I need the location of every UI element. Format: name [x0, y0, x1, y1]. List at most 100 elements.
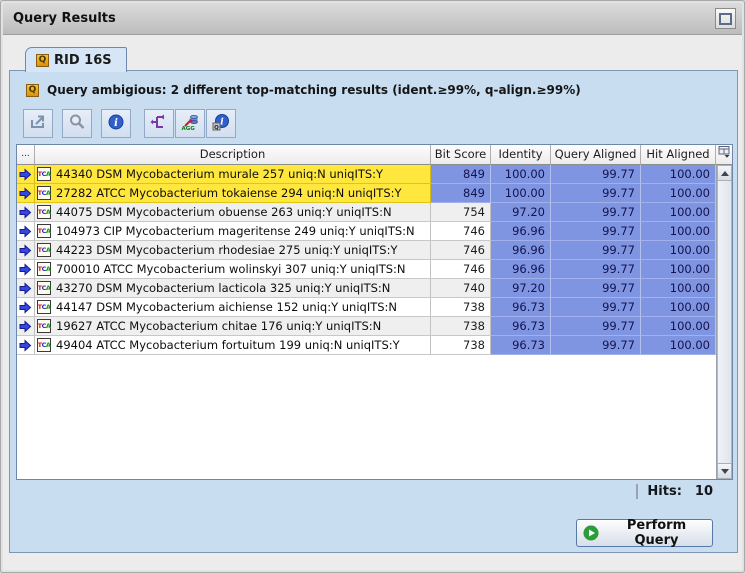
perform-query-button[interactable]: Perform Query: [576, 519, 713, 547]
query-aligned-cell: 99.77: [551, 336, 641, 355]
bit-score-cell: 738: [431, 336, 491, 355]
sequence-icon: TCA: [37, 262, 51, 276]
sequence-icon: TCA: [37, 205, 51, 219]
description-text: 43270 DSM Mycobacterium lacticola 325 un…: [56, 279, 390, 297]
description-cell: TCA44340 DSM Mycobacterium murale 257 un…: [35, 165, 431, 184]
row-arrow-icon: [17, 165, 35, 184]
hits-counter: Hits: 10: [636, 484, 713, 499]
description-cell: TCA 44223 DSM Mycobacterium rhodesiae 275…: [35, 241, 431, 260]
export-button[interactable]: [23, 109, 53, 138]
scroll-up-button[interactable]: [717, 165, 732, 181]
query-aligned-cell: 99.77: [551, 260, 641, 279]
query-results-window: Query Results Q RID 16S Q Query ambigiou…: [0, 0, 745, 573]
table-config-icon: [718, 145, 731, 164]
info-button[interactable]: i: [101, 109, 131, 138]
description-text: 19627 ATCC Mycobacterium chitae 176 uniq…: [56, 317, 381, 335]
description-cell: TCA19627 ATCC Mycobacterium chitae 176 u…: [35, 317, 431, 336]
sequence-icon: TCA: [37, 243, 51, 257]
table-row[interactable]: TCA 104973 CIP Mycobacterium mageritense …: [17, 222, 716, 241]
zoom-button[interactable]: [62, 109, 92, 138]
warning-message: Q Query ambigious: 2 different top-match…: [26, 83, 581, 97]
hit-aligned-cell: 100.00: [641, 260, 716, 279]
column-header-description[interactable]: Description: [35, 145, 431, 165]
info-icon: i: [107, 113, 125, 134]
identity-cell: 96.96: [491, 222, 551, 241]
description-text: 44075 DSM Mycobacterium obuense 263 uniq…: [56, 203, 392, 221]
database-arrow-icon: AGG: [181, 113, 199, 134]
bit-score-cell: 746: [431, 241, 491, 260]
column-header-hit-aligned[interactable]: Hit Aligned: [641, 145, 716, 165]
down-arrow-icon: [721, 469, 729, 474]
bit-score-cell: 849: [431, 184, 491, 203]
table-row[interactable]: TCA27282 ATCC Mycobacterium tokaiense 29…: [17, 184, 716, 203]
query-aligned-cell: 99.77: [551, 279, 641, 298]
description-cell: TCA44147 DSM Mycobacterium aichiense 152…: [35, 298, 431, 317]
maximize-button[interactable]: [715, 8, 736, 29]
hit-aligned-cell: 100.00: [641, 336, 716, 355]
description-text: 44147 DSM Mycobacterium aichiense 152 un…: [56, 298, 397, 316]
results-table: ... Description Bit Score Identity Query…: [16, 144, 733, 480]
hit-aligned-cell: 100.00: [641, 317, 716, 336]
table-row[interactable]: TCA 44075 DSM Mycobacterium obuense 263 u…: [17, 203, 716, 222]
description-cell: TCA 43270 DSM Mycobacterium lacticola 325…: [35, 279, 431, 298]
hit-aligned-cell: 100.00: [641, 279, 716, 298]
scroll-down-button[interactable]: [717, 463, 732, 479]
column-config-button[interactable]: [716, 145, 732, 165]
sequence-icon: TCA: [37, 281, 51, 295]
identity-cell: 100.00: [491, 184, 551, 203]
identity-cell: 96.96: [491, 241, 551, 260]
svg-text:i: i: [220, 118, 224, 128]
description-text: 27282 ATCC Mycobacterium tokaiense 294 u…: [56, 184, 402, 202]
column-header-handle[interactable]: ...: [17, 145, 35, 165]
query-aligned-cell: 99.77: [551, 184, 641, 203]
table-row[interactable]: TCA 44223 DSM Mycobacterium rhodesiae 275…: [17, 241, 716, 260]
table-row[interactable]: TCA44147 DSM Mycobacterium aichiense 152…: [17, 298, 716, 317]
row-arrow-icon: [17, 203, 35, 222]
magnifier-icon: [68, 113, 86, 134]
identity-cell: 96.96: [491, 260, 551, 279]
svg-text:Q: Q: [214, 125, 219, 131]
perform-query-label: Perform Query: [607, 518, 706, 548]
tab-label: RID 16S: [54, 53, 112, 68]
table-row[interactable]: TCA44340 DSM Mycobacterium murale 257 un…: [17, 165, 716, 184]
column-header-query-aligned[interactable]: Query Aligned: [551, 145, 641, 165]
tab-rid-16s[interactable]: Q RID 16S: [25, 47, 127, 72]
scrollbar-thumb[interactable]: [717, 181, 732, 463]
description-text: 104973 CIP Mycobacterium mageritense 249…: [56, 222, 415, 240]
table-row[interactable]: TCA 43270 DSM Mycobacterium lacticola 325…: [17, 279, 716, 298]
identity-cell: 96.73: [491, 317, 551, 336]
row-arrow-icon: [17, 317, 35, 336]
table-row[interactable]: TCA19627 ATCC Mycobacterium chitae 176 u…: [17, 317, 716, 336]
identity-cell: 97.20: [491, 279, 551, 298]
table-body: TCA44340 DSM Mycobacterium murale 257 un…: [17, 165, 732, 479]
description-text: 49404 ATCC Mycobacterium fortuitum 199 u…: [56, 336, 400, 354]
aggregate-button[interactable]: AGG: [175, 109, 205, 138]
description-cell: TCA 44075 DSM Mycobacterium obuense 263 u…: [35, 203, 431, 222]
svg-text:AGG: AGG: [182, 126, 196, 131]
description-cell: TCA27282 ATCC Mycobacterium tokaiense 29…: [35, 184, 431, 203]
bit-score-cell: 746: [431, 222, 491, 241]
column-header-bit-score[interactable]: Bit Score: [431, 145, 491, 165]
maximize-icon: [719, 13, 732, 25]
table-row[interactable]: TCA49404 ATCC Mycobacterium fortuitum 19…: [17, 336, 716, 355]
row-arrow-icon: [17, 184, 35, 203]
description-text: 44223 DSM Mycobacterium rhodesiae 275 un…: [56, 241, 398, 259]
column-header-identity[interactable]: Identity: [491, 145, 551, 165]
description-cell: TCA700010 ATCC Mycobacterium wolinskyi 3…: [35, 260, 431, 279]
row-arrow-icon: [17, 222, 35, 241]
query-badge-icon: Q: [36, 54, 49, 67]
query-aligned-cell: 99.77: [551, 298, 641, 317]
hits-value: 10: [695, 484, 713, 499]
query-info-button[interactable]: i Q: [206, 109, 236, 138]
alignment-button[interactable]: [144, 109, 174, 138]
sequence-icon: TCA: [37, 224, 51, 238]
identity-cell: 96.73: [491, 336, 551, 355]
hit-aligned-cell: 100.00: [641, 298, 716, 317]
export-icon: [29, 113, 47, 134]
hit-aligned-cell: 100.00: [641, 222, 716, 241]
bit-score-cell: 754: [431, 203, 491, 222]
row-arrow-icon: [17, 336, 35, 355]
hit-aligned-cell: 100.00: [641, 184, 716, 203]
vertical-scrollbar[interactable]: [716, 165, 732, 479]
table-row[interactable]: TCA700010 ATCC Mycobacterium wolinskyi 3…: [17, 260, 716, 279]
